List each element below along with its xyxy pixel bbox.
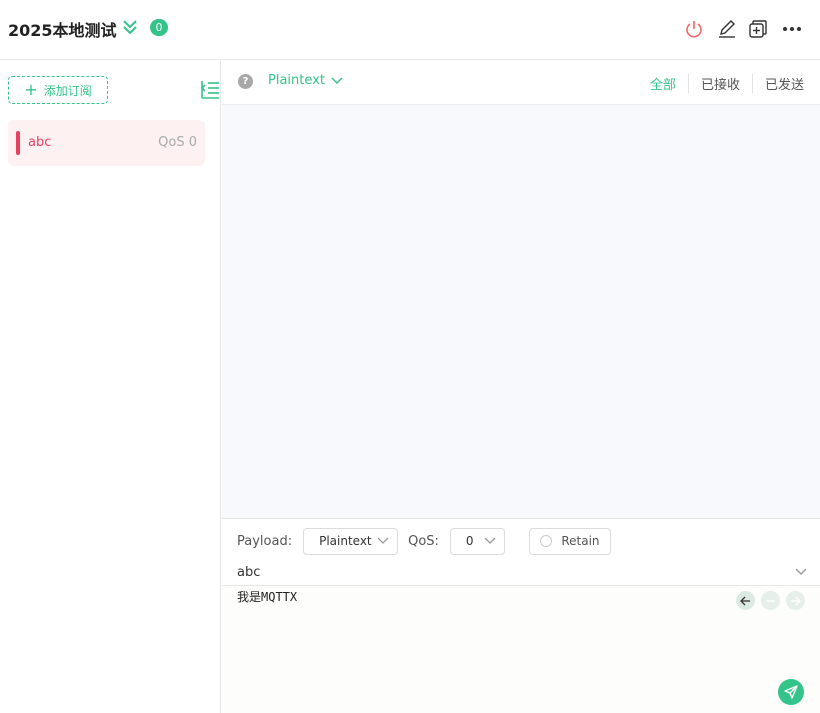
double-chevron-down-icon[interactable] (122, 18, 138, 36)
connection-header: 2025本地测试 0 (0, 0, 820, 60)
connection-title: 2025本地测试 (8, 21, 117, 40)
plus-icon: + (24, 80, 38, 99)
publish-options-row: Payload: Plaintext QoS: 0 Retain (237, 527, 611, 555)
payload-text: 我是MQTTX (237, 590, 298, 604)
add-subscription-button[interactable]: + 添加订阅 (8, 76, 108, 104)
message-list (222, 105, 820, 518)
send-icon (784, 685, 798, 699)
collapse-sidebar-icon[interactable] (200, 79, 220, 101)
history-clear-button[interactable] (761, 591, 780, 610)
history-back-button[interactable] (736, 591, 755, 610)
message-toolbar: ? Plaintext 全部 已接收 已发送 (222, 61, 820, 105)
payload-editor[interactable]: 我是MQTTX (222, 586, 820, 713)
subscription-color-bar (16, 131, 20, 155)
publish-topic-input[interactable] (222, 560, 820, 586)
filter-sent[interactable]: 已发送 (751, 74, 804, 93)
ellipsis-icon (783, 27, 801, 31)
chevron-down-icon[interactable] (794, 565, 808, 579)
send-button[interactable] (778, 679, 804, 705)
payload-format-value: Plaintext (319, 534, 372, 548)
message-count-badge: 0 (150, 19, 168, 36)
qos-label: QoS: (408, 533, 439, 549)
subscriptions-sidebar: + 添加订阅 abc QoS 0 (0, 61, 221, 713)
add-window-icon (749, 20, 767, 38)
chevron-down-icon (377, 537, 389, 544)
chevron-down-icon (484, 537, 496, 544)
publish-panel: Payload: Plaintext QoS: 0 Retain abc 我是M… (222, 518, 820, 713)
payload-label: Payload: (237, 533, 293, 549)
arrow-left-icon (740, 596, 750, 605)
mqttx-connection-view: 2025本地测试 0 + 添加订阅 abc QoS 0 ? Plaintext … (0, 0, 820, 713)
retain-label: Retain (561, 534, 600, 548)
new-window-button[interactable] (747, 18, 769, 40)
more-options-button[interactable] (781, 18, 803, 40)
payload-format-select[interactable]: Plaintext (303, 527, 399, 555)
subscription-topic: abc (28, 135, 52, 150)
qos-select[interactable]: 0 (449, 527, 505, 555)
help-icon[interactable]: ? (238, 74, 253, 89)
minus-icon (766, 599, 775, 602)
retain-toggle[interactable]: Retain (528, 527, 611, 555)
arrow-right-icon (791, 596, 801, 605)
filter-received[interactable]: 已接收 (687, 74, 752, 93)
filter-all[interactable]: 全部 (638, 74, 688, 93)
message-format-value: Plaintext (268, 73, 325, 88)
add-subscription-label: 添加订阅 (43, 83, 92, 98)
edit-connection-button[interactable] (716, 18, 738, 40)
power-icon (686, 21, 702, 38)
payload-history-controls (736, 591, 805, 610)
qos-value: 0 (465, 534, 474, 548)
retain-radio (540, 535, 553, 547)
history-forward-button[interactable] (786, 591, 805, 610)
subscription-qos: QoS 0 (158, 135, 197, 150)
chevron-down-icon (331, 77, 343, 84)
pencil-icon (719, 20, 735, 38)
message-filter-tabs: 全部 已接收 已发送 (638, 74, 804, 93)
subscription-item[interactable]: abc QoS 0 (8, 120, 205, 166)
message-format-select[interactable]: Plaintext (268, 73, 343, 88)
disconnect-button[interactable] (683, 18, 705, 40)
